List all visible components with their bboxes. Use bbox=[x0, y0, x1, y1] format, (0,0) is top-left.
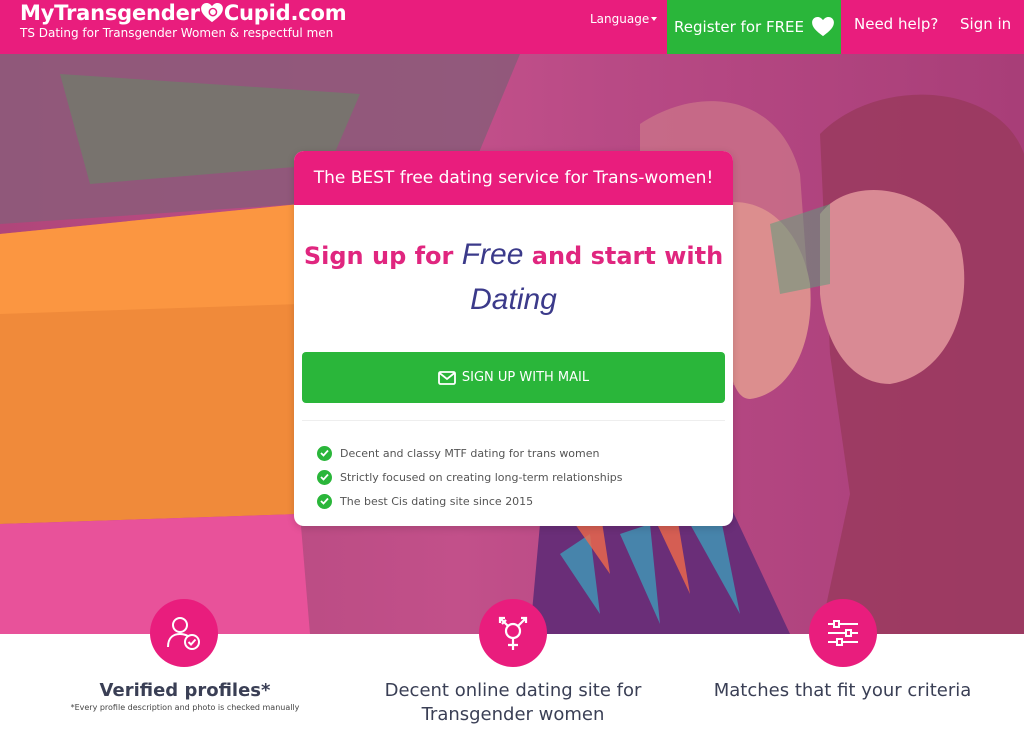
language-dropdown[interactable]: Language bbox=[590, 12, 658, 26]
feature-text: Decent and classy MTF dating for trans w… bbox=[340, 446, 600, 460]
title-part1: Sign up for bbox=[303, 242, 462, 270]
transgender-symbol-icon bbox=[498, 616, 528, 650]
signup-card: The BEST free dating service for Trans-w… bbox=[294, 151, 733, 526]
feature-text: Strictly focused on creating long-term r… bbox=[340, 470, 623, 484]
register-button[interactable]: Register for FREE bbox=[667, 0, 841, 54]
list-item: The best Cis dating site since 2015 bbox=[317, 489, 622, 513]
check-icon bbox=[317, 445, 332, 461]
title-free: Free bbox=[461, 238, 524, 271]
check-icon bbox=[317, 469, 332, 485]
feature-text: The best Cis dating site since 2015 bbox=[340, 494, 534, 508]
heart-icon bbox=[812, 17, 834, 37]
site-logo[interactable]: MyTransgender Cupid.com bbox=[20, 0, 347, 26]
register-label: Register for FREE bbox=[674, 18, 804, 36]
list-item: Strictly focused on creating long-term r… bbox=[317, 465, 622, 489]
card-title: Sign up for Free and start with Dating bbox=[294, 233, 733, 323]
site-tagline: TS Dating for Transgender Women & respec… bbox=[20, 26, 334, 40]
title-dating: Dating bbox=[470, 283, 557, 316]
logo-text-part2: Cupid.com bbox=[223, 1, 347, 25]
list-item: Decent and classy MTF dating for trans w… bbox=[317, 441, 622, 465]
caret-down-icon bbox=[651, 17, 658, 21]
card-divider bbox=[302, 420, 725, 421]
feature1-title: Verified profiles* bbox=[99, 680, 271, 701]
matches-badge bbox=[809, 599, 877, 667]
check-icon bbox=[317, 493, 332, 509]
logo-text-part1: MyTransgender bbox=[20, 1, 200, 25]
signup-button-label: SIGN UP WITH MAIL bbox=[461, 370, 590, 385]
sliders-icon bbox=[828, 620, 858, 646]
title-part2: and start with bbox=[523, 242, 724, 270]
language-label: Language bbox=[590, 12, 650, 26]
feature2-title-line2: Transgender women bbox=[421, 704, 605, 725]
verified-profiles-badge bbox=[150, 599, 218, 667]
verified-user-icon bbox=[167, 617, 200, 650]
feature3-title: Matches that fit your criteria bbox=[713, 680, 972, 701]
help-link[interactable]: Need help? bbox=[854, 15, 938, 33]
feature2-title: Decent online dating site for Transgende… bbox=[360, 679, 666, 727]
signup-with-mail-button[interactable]: SIGN UP WITH MAIL bbox=[302, 352, 725, 403]
feature2-title-line1: Decent online dating site for bbox=[384, 680, 642, 701]
feature1-note: *Every profile description and photo is … bbox=[70, 703, 300, 712]
mail-icon bbox=[437, 370, 456, 385]
transgender-badge bbox=[479, 599, 547, 667]
signin-link[interactable]: Sign in bbox=[960, 15, 1011, 33]
feature-list: Decent and classy MTF dating for trans w… bbox=[317, 441, 622, 513]
heart-logo-icon bbox=[200, 3, 223, 23]
card-heading: The BEST free dating service for Trans-w… bbox=[294, 151, 733, 205]
site-header: MyTransgender Cupid.com TS Dating for Tra… bbox=[0, 0, 1024, 54]
